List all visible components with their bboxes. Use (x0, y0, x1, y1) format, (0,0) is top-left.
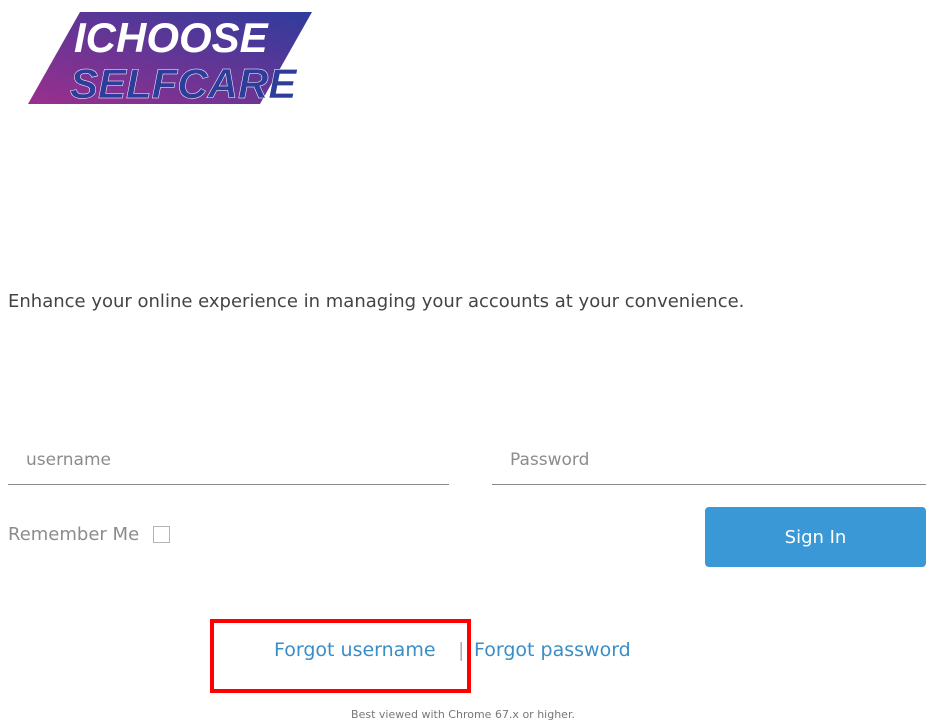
forgot-password-link[interactable]: Forgot password (474, 639, 631, 661)
link-separator: | (458, 639, 465, 661)
forgot-username-link[interactable]: Forgot username (274, 639, 436, 661)
browser-note: Best viewed with Chrome 67.x or higher. (351, 708, 575, 721)
forgot-links: Forgot username | Forgot password (0, 639, 926, 665)
ichoose-selfcare-logo: ICHOOSE SELFCARE (28, 12, 312, 107)
password-input[interactable] (492, 440, 926, 480)
remember-me-label: Remember Me (8, 524, 140, 545)
username-input[interactable] (8, 440, 449, 480)
login-page: ICHOOSE SELFCARE Enhance your online exp… (0, 0, 926, 727)
logo-line1: ICHOOSE (74, 14, 270, 61)
password-field-wrapper (492, 440, 926, 485)
sign-in-button[interactable]: Sign In (705, 507, 926, 567)
logo-line2: SELFCARE (70, 60, 298, 107)
remember-me-checkbox[interactable] (153, 526, 171, 543)
tagline: Enhance your online experience in managi… (8, 291, 745, 312)
remember-me-row: Remember Me (8, 524, 171, 545)
username-field-wrapper (8, 440, 449, 485)
